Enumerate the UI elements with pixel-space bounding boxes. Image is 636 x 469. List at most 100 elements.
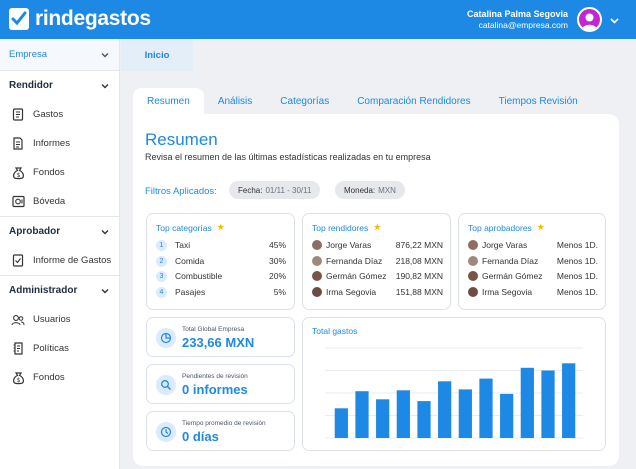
list-item: Jorge Varas Menos 1D. bbox=[468, 238, 598, 252]
money-bag-icon: $ bbox=[11, 166, 25, 180]
bar-chart bbox=[325, 347, 583, 439]
logo[interactable]: rindegastos bbox=[9, 7, 151, 31]
chevron-down-icon bbox=[101, 83, 109, 88]
stat-value: 233,66 MXN bbox=[182, 335, 255, 350]
tab-inicio[interactable]: Inicio bbox=[121, 39, 193, 71]
card-title-text: Top rendidores bbox=[312, 222, 369, 233]
list-item: Germán Gómez Menos 1D. bbox=[468, 269, 598, 283]
chart-bar[interactable] bbox=[334, 408, 348, 438]
sidebar-item-label: Informe de Gastos bbox=[33, 255, 112, 266]
card-top-rendidores: Top rendidores ★ Jorge Varas 876,22 MXN … bbox=[302, 213, 451, 310]
filter-chip-moneda[interactable]: Moneda: MXN bbox=[335, 181, 405, 199]
avatar bbox=[312, 256, 322, 266]
sidebar-item-informe-de-gastos[interactable]: Informe de Gastos bbox=[0, 246, 119, 275]
chevron-down-icon bbox=[101, 52, 109, 57]
stat-label: Total Global Empresa bbox=[182, 326, 245, 333]
chart-bar[interactable] bbox=[355, 391, 369, 438]
person-name: Irma Segovia bbox=[326, 287, 377, 297]
sidebar-item-label: Informes bbox=[33, 138, 70, 149]
tab-comparacion-rendidores[interactable]: Comparación Rendidores bbox=[343, 88, 484, 114]
sidebar-item-informes[interactable]: Informes bbox=[0, 129, 119, 158]
tab-analisis[interactable]: Análisis bbox=[204, 88, 266, 114]
person-value: Menos 1D. bbox=[556, 271, 598, 281]
rank-badge: 3 bbox=[156, 270, 167, 282]
avatar bbox=[312, 240, 322, 250]
list-item: Germán Gómez 190,82 MXN bbox=[312, 269, 443, 283]
chart-bar[interactable] bbox=[396, 390, 410, 438]
sidebar-item-boveda[interactable]: Bóveda bbox=[0, 187, 119, 216]
filter-chip-label: Fecha: bbox=[238, 185, 263, 195]
person-name: Germán Gómez bbox=[326, 271, 387, 281]
category-value: 20% bbox=[268, 271, 286, 281]
card-title-text: Top aprobadores bbox=[468, 222, 532, 233]
person-name: Fernanda Díaz bbox=[326, 256, 383, 266]
sidebar-item-fondos[interactable]: $ Fondos bbox=[0, 158, 119, 187]
chart-bar[interactable] bbox=[376, 399, 390, 438]
tab-resumen[interactable]: Resumen bbox=[133, 88, 204, 114]
brand-name: rindegastos bbox=[35, 7, 151, 30]
section-rendidor[interactable]: Rendidor bbox=[0, 71, 119, 100]
chart-bar[interactable] bbox=[417, 401, 431, 438]
category-name: Combustible bbox=[175, 271, 223, 281]
chevron-down-icon[interactable] bbox=[609, 13, 620, 31]
top-bar: rindegastos Catalina Palma Segovia catal… bbox=[0, 0, 636, 39]
section-administrador[interactable]: Administrador bbox=[0, 276, 119, 305]
avatar bbox=[468, 287, 478, 297]
rank-badge: 1 bbox=[156, 239, 167, 251]
money-bag-icon: $ bbox=[11, 371, 25, 385]
chevron-down-icon bbox=[101, 288, 109, 293]
rank-badge: 2 bbox=[156, 255, 167, 267]
subtab-bar: Resumen Análisis Categorías Comparación … bbox=[133, 88, 592, 114]
sidebar-item-fondos-admin[interactable]: $ Fondos bbox=[0, 363, 119, 392]
section-title: Aprobador bbox=[9, 226, 61, 237]
filter-chip-value: 01/11 - 30/11 bbox=[265, 185, 312, 195]
users-icon bbox=[11, 313, 25, 327]
page-subtitle: Revisa el resumen de las últimas estadís… bbox=[145, 152, 431, 162]
card-top-categorias: Top categorías ★ 1 Taxi 45% 2 Comida 30%… bbox=[146, 213, 295, 310]
category-value: 5% bbox=[273, 287, 286, 297]
person-value: Menos 1D. bbox=[556, 240, 598, 250]
avatar bbox=[468, 256, 478, 266]
chart-bar[interactable] bbox=[458, 389, 472, 438]
chart-bar[interactable] bbox=[520, 367, 534, 438]
sidebar-item-label: Usuarios bbox=[33, 314, 71, 325]
sidebar-item-usuarios[interactable]: Usuarios bbox=[0, 305, 119, 334]
user-email: catalina@empresa.com bbox=[478, 20, 568, 30]
section-aprobador[interactable]: Aprobador bbox=[0, 217, 119, 246]
user-info[interactable]: Catalina Palma Segovia catalina@empresa.… bbox=[467, 9, 568, 30]
filter-chip-fecha[interactable]: Fecha: 01/11 - 30/11 bbox=[229, 181, 321, 199]
sidebar-item-politicas[interactable]: Políticas bbox=[0, 334, 119, 363]
stat-card-tiempo-promedio: Tiempo promedio de revisión 0 días bbox=[146, 411, 295, 451]
chart-bar[interactable] bbox=[479, 378, 493, 438]
chart-bar[interactable] bbox=[500, 393, 514, 438]
company-selector[interactable]: Empresa bbox=[0, 39, 119, 71]
svg-text:$: $ bbox=[16, 377, 20, 384]
stat-value: 0 días bbox=[182, 429, 219, 444]
chart-bar[interactable] bbox=[438, 381, 452, 438]
card-top-aprobadores: Top aprobadores ★ Jorge Varas Menos 1D. … bbox=[458, 213, 606, 310]
avatar[interactable] bbox=[577, 7, 602, 32]
tab-categorias[interactable]: Categorías bbox=[266, 88, 343, 114]
stat-value: 0 informes bbox=[182, 382, 248, 397]
list-item: Irma Segovia Menos 1D. bbox=[468, 285, 598, 299]
tab-tiempos-revision[interactable]: Tiempos Revisión bbox=[485, 88, 592, 114]
sidebar-item-gastos[interactable]: Gastos bbox=[0, 100, 119, 129]
chart-bar[interactable] bbox=[541, 370, 555, 439]
receipt-icon bbox=[11, 108, 25, 122]
section-title: Administrador bbox=[9, 285, 78, 296]
person-value: Menos 1D. bbox=[556, 287, 598, 297]
card-title: Top rendidores ★ bbox=[312, 222, 381, 233]
user-name: Catalina Palma Segovia bbox=[466, 9, 568, 19]
document-icon bbox=[11, 137, 25, 151]
clock-icon bbox=[156, 422, 176, 442]
sidebar-item-label: Gastos bbox=[33, 109, 64, 120]
person-value: 218,08 MXN bbox=[395, 256, 443, 266]
chart-bar[interactable] bbox=[562, 363, 576, 438]
filter-chip-label: Moneda: bbox=[344, 185, 376, 195]
list-item: Irma Segovia 151,88 MXN bbox=[312, 285, 443, 299]
stat-card-total-global: Total Global Empresa 233,66 MXN bbox=[146, 317, 295, 357]
avatar bbox=[312, 287, 322, 297]
person-value: 151,88 MXN bbox=[395, 287, 443, 297]
svg-text:$: $ bbox=[16, 172, 20, 179]
category-name: Taxi bbox=[175, 240, 191, 250]
